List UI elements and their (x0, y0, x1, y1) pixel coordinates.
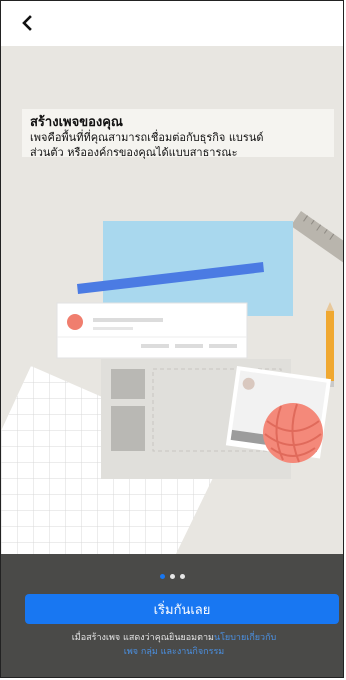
pager-dots (1, 574, 343, 579)
pager-dot-3[interactable] (179, 574, 185, 579)
bottom-panel: เริ่มกันเลย เมื่อสร้างเพจ แสดงว่าคุณยินย… (1, 554, 343, 677)
page-creation-screen: สร้างเพจของคุณ เพจคือพื้นที่ที่คุณสามารถ… (0, 0, 344, 678)
intro-description-line-1: เพจคือพื้นที่ที่คุณสามารถเชื่อมต่อกับธุร… (30, 131, 264, 144)
terms-prefix: เมื่อสร้างเพจ แสดงว่าคุณยินยอมตาม (71, 633, 214, 643)
blue-paper-graphic (103, 221, 293, 316)
pager-dot-2[interactable] (169, 574, 175, 579)
back-button[interactable] (13, 9, 41, 37)
get-started-button[interactable]: เริ่มกันเลย (25, 594, 339, 624)
page-title: สร้างเพจของคุณ (30, 115, 123, 130)
pages-policy-link[interactable]: นโยบายเกี่ยวกับ (214, 633, 276, 643)
chevron-left-icon (22, 15, 32, 31)
pencil-graphic (326, 302, 334, 387)
post-card-graphic (56, 302, 248, 359)
yarn-ball-graphic (263, 403, 323, 463)
intro-description-line-2: ส่วนตัว หรือองค์กรของคุณได้แบบสาธารณะ (30, 146, 238, 159)
top-bar (1, 1, 343, 47)
terms-text: เมื่อสร้างเพจ แสดงว่าคุณยินยอมตามนโยบายเ… (21, 631, 327, 659)
intro-card: สร้างเพจของคุณ เพจคือพื้นที่ที่คุณสามารถ… (22, 109, 334, 159)
ruler-graphic (290, 211, 343, 266)
pages-groups-events-link[interactable]: เพจ กลุ่ม และงานกิจกรรม (124, 647, 224, 657)
illustration-area: สร้างเพจของคุณ เพจคือพื้นที่ที่คุณสามารถ… (1, 46, 343, 554)
pager-dot-1[interactable] (159, 574, 165, 579)
